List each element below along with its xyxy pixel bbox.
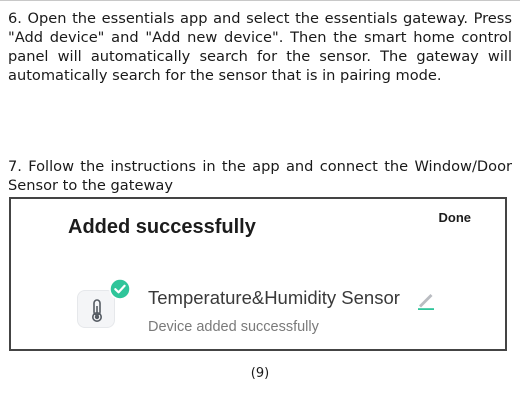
app-screenshot: Added successfully Done Temperature&Humi… — [9, 197, 507, 351]
top-divider — [0, 0, 520, 1]
added-successfully-title: Added successfully — [68, 216, 256, 238]
pencil-icon[interactable] — [416, 290, 436, 310]
step-7-text: 7. Follow the instructions in the app an… — [8, 158, 512, 194]
device-name: Temperature&Humidity Sensor — [148, 287, 400, 308]
done-button[interactable]: Done — [439, 210, 472, 225]
device-status: Device added successfully — [148, 319, 319, 335]
check-icon — [109, 278, 131, 300]
page-number: (9) — [250, 366, 270, 381]
step-6-text: 6. Open the essentials app and select th… — [8, 10, 512, 84]
